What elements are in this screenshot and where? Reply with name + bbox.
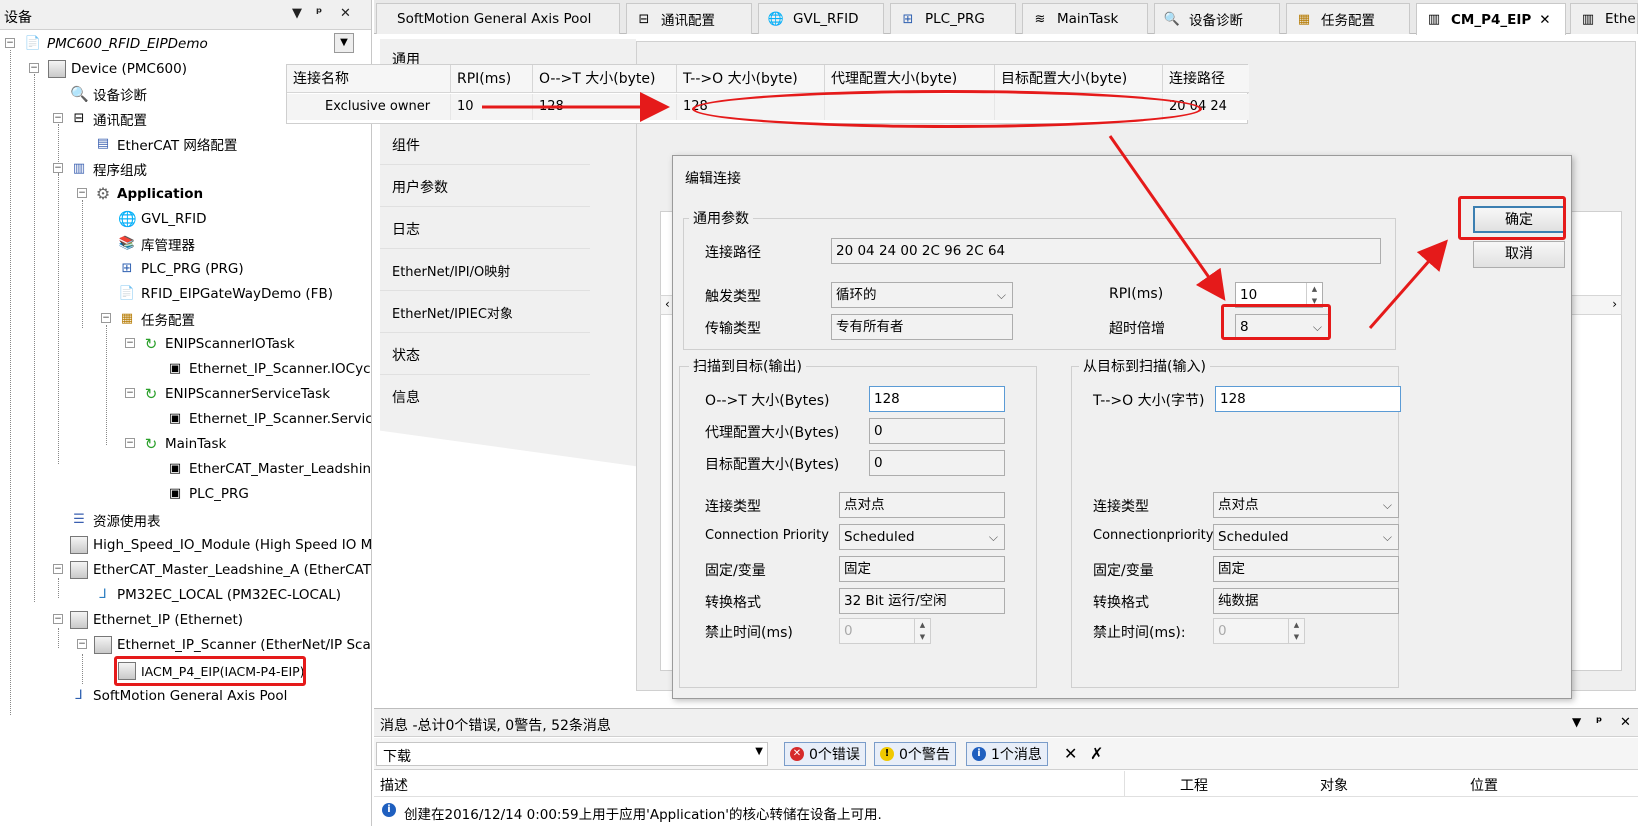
chevron-down-icon: ▼ <box>755 746 763 757</box>
errors-filter-button[interactable]: ✕ 0个错误 <box>784 742 866 766</box>
col-header[interactable]: 工程 <box>1180 775 1208 795</box>
clear-all-icon[interactable]: ✗ <box>1090 744 1103 763</box>
arrow-icon <box>1108 135 1226 301</box>
panel-menu-icon[interactable]: ▼ <box>1572 715 1581 729</box>
close-icon[interactable]: ✕ <box>1620 715 1631 730</box>
info-icon: i <box>972 747 986 761</box>
col-header[interactable]: 对象 <box>1320 775 1348 795</box>
info-icon: i <box>382 803 396 817</box>
warning-icon: ! <box>880 747 894 761</box>
arrow-icon <box>1368 239 1448 329</box>
messages-column-headers: 描述 工程 对象 位置 <box>374 771 1638 797</box>
messages-filter-button[interactable]: i 1个消息 <box>966 742 1048 766</box>
clear-icon[interactable]: ✕ <box>1064 744 1077 763</box>
col-header[interactable]: 描述 <box>380 775 408 795</box>
col-header[interactable]: 位置 <box>1470 775 1498 795</box>
messages-toolbar: 下载 ▼ ✕ 0个错误 ! 0个警告 i 1个消息 ✕ ✗ <box>374 738 1638 770</box>
message-row[interactable]: i 创建在2016/12/14 0:00:59上用于应用'Application… <box>374 799 1638 823</box>
messages-header: 消息 -总计0个错误, 0警告, 52条消息 ▼ ᵖ ✕ <box>374 709 1638 737</box>
pin-icon[interactable]: ᵖ <box>1596 715 1602 730</box>
warnings-filter-button[interactable]: ! 0个警告 <box>874 742 956 766</box>
error-icon: ✕ <box>790 747 804 761</box>
message-source-select[interactable]: 下载 ▼ <box>376 742 768 766</box>
annotation-arrows <box>482 92 1448 329</box>
messages-panel: 消息 -总计0个错误, 0警告, 52条消息 ▼ ᵖ ✕ 下载 ▼ ✕ 0个错误 … <box>374 708 1638 826</box>
ide-window: { "left_panel": { "title": "设备", "contro… <box>0 0 1638 826</box>
messages-title: 消息 -总计0个错误, 0警告, 52条消息 <box>380 718 611 734</box>
